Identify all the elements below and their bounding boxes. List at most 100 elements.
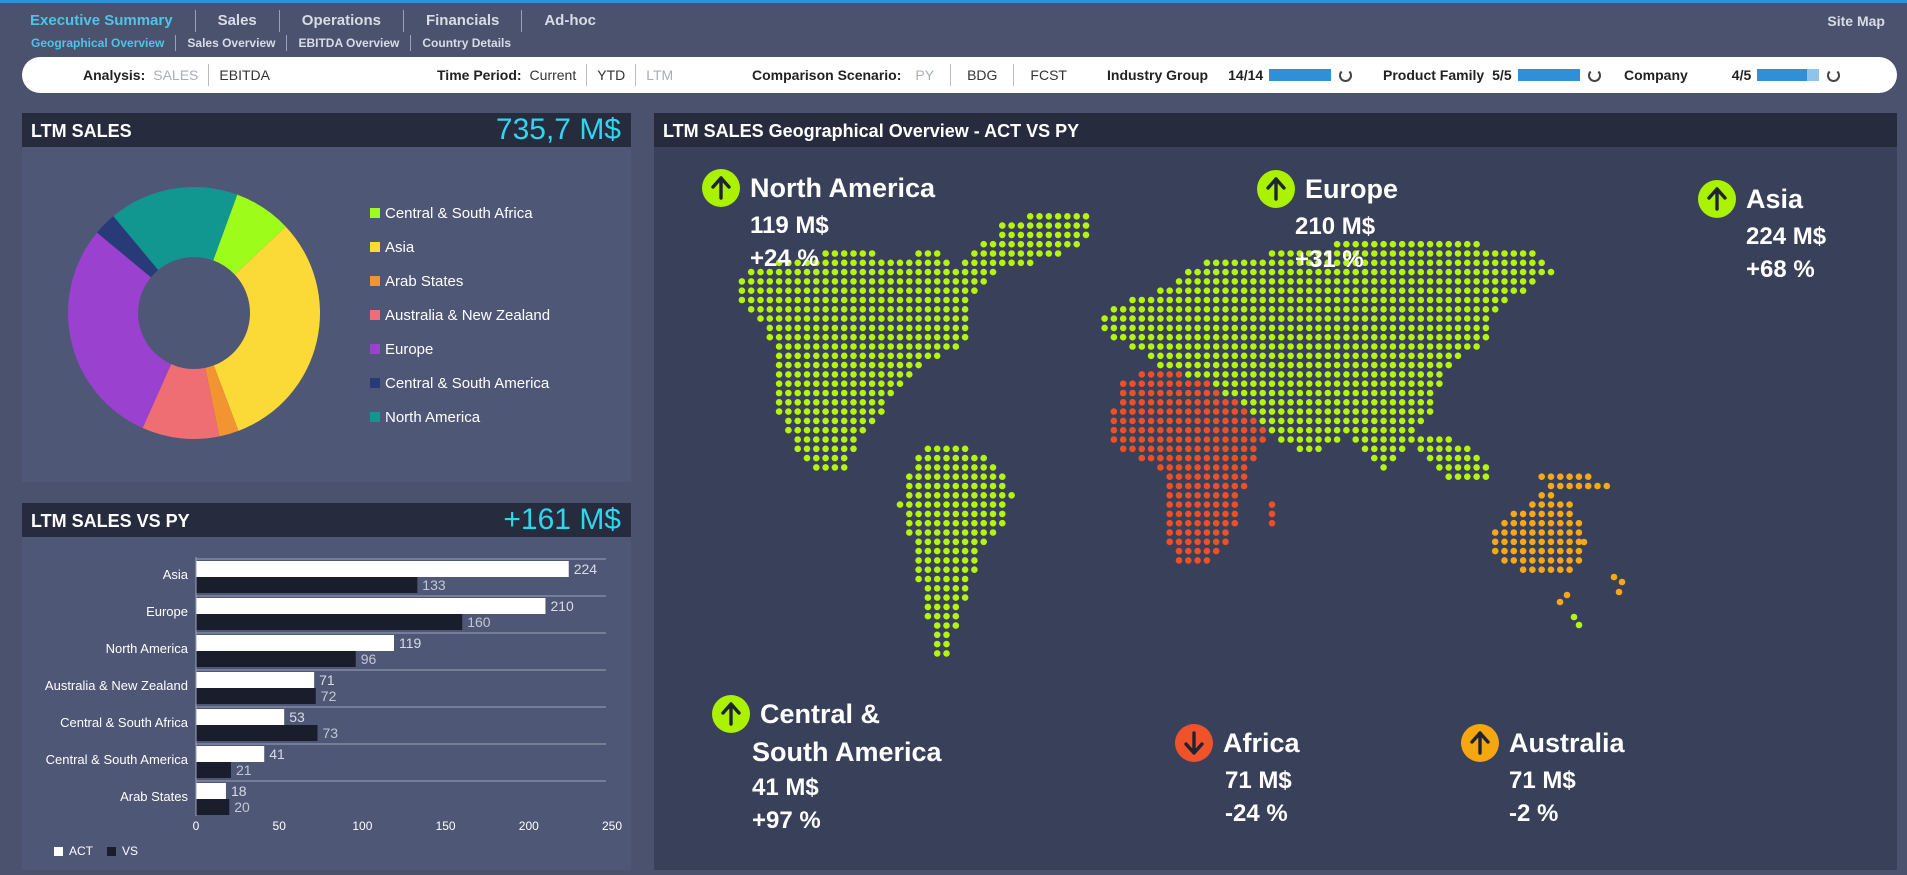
region-north-america: North America 119 M$ +24 % xyxy=(702,169,935,275)
filter-bar: Analysis: SALES EBITDA Time Period: Curr… xyxy=(22,57,1897,93)
data-label-vs: 96 xyxy=(361,651,377,667)
comparison-option-bdg[interactable]: BDG xyxy=(950,64,1013,86)
bar-act[interactable] xyxy=(196,561,569,577)
x-tick-label: 100 xyxy=(352,819,372,833)
data-label-act: 18 xyxy=(231,783,247,799)
ltm-vs-py-panel: LTM SALES VS PY +161 M$ Asia 224 133 Europe… xyxy=(22,503,631,870)
data-label-act: 71 xyxy=(319,672,335,688)
nav-ad-hoc[interactable]: Ad-hoc xyxy=(521,10,618,32)
map-dots xyxy=(738,213,1626,657)
top-navigation: Executive Summary Sales Operations Finan… xyxy=(0,6,1907,54)
region-value: 210 M$ xyxy=(1295,213,1376,240)
category-label: Central & South Africa xyxy=(60,715,189,730)
analysis-option-ebitda[interactable]: EBITDA xyxy=(208,64,280,86)
region-central-south-america: Central & South America 41 M$ +97 % xyxy=(712,695,942,837)
bar-vs[interactable] xyxy=(196,799,230,815)
legend-swatch xyxy=(370,208,380,218)
legend-label-vs: VS xyxy=(122,844,139,858)
subnav-geographical-overview[interactable]: Geographical Overview xyxy=(22,35,175,51)
x-tick-label: 250 xyxy=(602,819,622,833)
nav-financials[interactable]: Financials xyxy=(402,10,521,32)
comparison-label: Comparison Scenario: xyxy=(752,67,902,83)
product-family-label: Product Family xyxy=(1383,67,1485,83)
bar-act[interactable] xyxy=(196,746,265,762)
bar-act[interactable] xyxy=(196,709,285,725)
company-label: Company xyxy=(1624,67,1688,83)
bar-vs[interactable] xyxy=(196,725,318,741)
donut-legend-item[interactable]: Australia & New Zealand xyxy=(370,298,550,332)
analysis-option-sales[interactable]: SALES xyxy=(153,64,208,86)
donut-legend-item[interactable]: Central & South Africa xyxy=(370,196,550,230)
donut-legend-item[interactable]: Arab States xyxy=(370,264,550,298)
industry-group-bar xyxy=(1269,69,1332,81)
data-label-vs: 21 xyxy=(236,762,252,778)
category-label: Asia xyxy=(163,567,189,582)
region-name: Africa xyxy=(1223,728,1300,758)
x-tick-label: 150 xyxy=(436,819,456,833)
product-family-slicer[interactable]: Product Family 5/5 xyxy=(1383,57,1601,93)
region-change: +97 % xyxy=(752,807,821,834)
ltm-sales-kpi: 735,7 M$ xyxy=(495,113,621,146)
time-period-label: Time Period: xyxy=(437,67,522,83)
bar-vs[interactable] xyxy=(196,577,418,593)
industry-refresh-icon[interactable] xyxy=(1339,68,1353,82)
region-change: -2 % xyxy=(1509,800,1559,827)
legend-item-vs: VS xyxy=(107,844,138,858)
legend-label: Central & South America xyxy=(385,374,550,392)
donut-legend: Central & South Africa Asia Arab States Aus… xyxy=(370,196,550,434)
region-asia: Asia 224 M$ +68 % xyxy=(1698,180,1826,286)
nav-operations[interactable]: Operations xyxy=(278,10,403,32)
region-africa: Africa 71 M$ -24 % xyxy=(1175,724,1300,830)
subnav-ebitda-overview[interactable]: EBITDA Overview xyxy=(286,35,410,51)
bar-vs[interactable] xyxy=(196,614,463,630)
company-slicer[interactable]: Company 4/5 xyxy=(1624,57,1841,93)
region-change: +24 % xyxy=(750,245,819,272)
region-europe: Europe 210 M$ +31 % xyxy=(1257,170,1398,276)
geo-overview-title: LTM SALES Geographical Overview - ACT VS… xyxy=(663,121,1080,141)
category-label: Europe xyxy=(146,604,188,619)
comparison-filter: Comparison Scenario: PY BDG FCST xyxy=(752,57,1083,93)
nav-executive-summary[interactable]: Executive Summary xyxy=(22,10,195,32)
ltm-vs-py-title: LTM SALES VS PY xyxy=(31,511,190,531)
donut-legend-item[interactable]: North America xyxy=(370,400,550,434)
donut-legend-item[interactable]: Asia xyxy=(370,230,550,264)
bar-vs[interactable] xyxy=(196,688,316,704)
legend-label: Australia & New Zealand xyxy=(385,306,551,324)
company-refresh-icon[interactable] xyxy=(1827,68,1841,82)
time-option-current[interactable]: Current xyxy=(530,64,587,86)
donut-legend-item[interactable]: Europe xyxy=(370,332,550,366)
data-label-act: 41 xyxy=(269,746,285,762)
legend-swatch xyxy=(370,412,380,422)
bar-vs[interactable] xyxy=(196,651,356,667)
industry-group-slicer[interactable]: Industry Group 14/14 xyxy=(1107,57,1353,93)
bar-act[interactable] xyxy=(196,635,395,651)
x-tick-label: 0 xyxy=(193,819,200,833)
bar-act[interactable] xyxy=(196,598,546,614)
slicer-unfilled-portion xyxy=(1806,69,1820,81)
comparison-option-fcst[interactable]: FCST xyxy=(1013,64,1083,86)
ltm-sales-donut-chart xyxy=(67,187,321,439)
bar-act[interactable] xyxy=(196,783,226,799)
bar-legend: ACT VS xyxy=(54,844,152,858)
product-refresh-icon[interactable] xyxy=(1587,68,1601,82)
subnav-country-details[interactable]: Country Details xyxy=(410,35,522,51)
analysis-label: Analysis: xyxy=(83,67,146,83)
subnav-sales-overview[interactable]: Sales Overview xyxy=(175,35,286,51)
comparison-option-py[interactable]: PY xyxy=(915,64,950,86)
time-option-ytd[interactable]: YTD xyxy=(586,64,635,86)
bar-vs[interactable] xyxy=(196,762,231,778)
region-value: 119 M$ xyxy=(750,212,829,239)
data-label-vs: 72 xyxy=(321,688,337,704)
bar-act[interactable] xyxy=(196,672,315,688)
time-period-filter: Time Period: Current YTD LTM xyxy=(437,57,683,93)
site-map-link[interactable]: Site Map xyxy=(1827,10,1885,32)
legend-label: Asia xyxy=(385,238,415,256)
donut-legend-item[interactable]: Central & South America xyxy=(370,366,550,400)
time-option-ltm[interactable]: LTM xyxy=(635,64,683,86)
data-label-act: 224 xyxy=(574,561,598,577)
category-label: North America xyxy=(106,641,189,656)
region-name: Europe xyxy=(1305,174,1399,204)
ltm-sales-header: LTM SALES 735,7 M$ xyxy=(22,113,631,147)
main-nav: Executive Summary Sales Operations Finan… xyxy=(22,10,618,32)
nav-sales[interactable]: Sales xyxy=(194,10,279,32)
